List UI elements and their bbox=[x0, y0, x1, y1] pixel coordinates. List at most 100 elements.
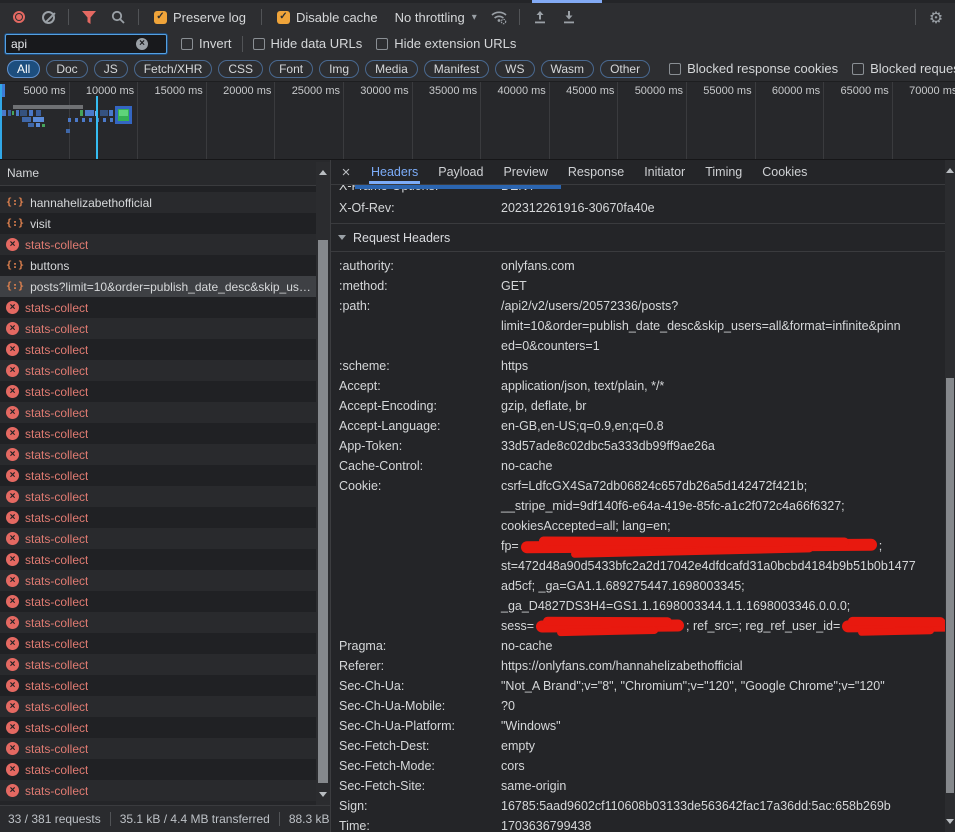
settings-gear-icon[interactable]: ⚙ bbox=[923, 5, 949, 29]
tab-timing[interactable]: Timing bbox=[695, 160, 752, 184]
tab-response[interactable]: Response bbox=[558, 160, 634, 184]
record-button[interactable] bbox=[6, 5, 32, 29]
scrollbar-thumb[interactable] bbox=[946, 378, 954, 793]
header-name: Cache-Control: bbox=[331, 456, 501, 476]
invert-checkbox[interactable]: Invert bbox=[181, 36, 232, 51]
timeline-overview[interactable]: 5000 ms10000 ms15000 ms20000 ms25000 ms3… bbox=[0, 82, 955, 160]
filter-pill-js[interactable]: JS bbox=[94, 60, 128, 78]
request-row[interactable]: ×stats-collect bbox=[0, 360, 316, 381]
scroll-up-arrow[interactable] bbox=[946, 168, 954, 173]
request-row[interactable]: ×stats-collect bbox=[0, 696, 316, 717]
request-row[interactable]: ×stats-collect bbox=[0, 444, 316, 465]
request-row[interactable]: ×stats-collect bbox=[0, 654, 316, 675]
checkbox-checked-icon: ✓ bbox=[277, 11, 290, 24]
preserve-log-label: Preserve log bbox=[173, 10, 246, 25]
clear-filter-icon[interactable]: × bbox=[136, 38, 148, 50]
header-value-line: fp=; bbox=[501, 536, 945, 556]
filter-pill-manifest[interactable]: Manifest bbox=[424, 60, 489, 78]
scroll-down-arrow[interactable] bbox=[946, 819, 954, 824]
request-row[interactable]: ×stats-collect bbox=[0, 738, 316, 759]
failed-request-icon: × bbox=[6, 532, 19, 545]
request-headers-section[interactable]: Request Headers bbox=[331, 224, 945, 252]
header-name: :scheme: bbox=[331, 356, 501, 376]
export-har-icon[interactable] bbox=[556, 5, 582, 29]
request-row[interactable]: ×stats-collect bbox=[0, 339, 316, 360]
request-row[interactable]: ×stats-collect bbox=[0, 591, 316, 612]
scroll-down-arrow[interactable] bbox=[319, 792, 327, 797]
header-value-text: ; ref_src=; reg_ref_user_id= bbox=[686, 619, 840, 633]
filter-toggle-icon[interactable] bbox=[76, 5, 102, 29]
request-row[interactable]: ×stats-collect bbox=[0, 759, 316, 780]
filter-pill-doc[interactable]: Doc bbox=[46, 60, 87, 78]
import-har-icon[interactable] bbox=[527, 5, 553, 29]
request-row[interactable]: ×stats-collect bbox=[0, 402, 316, 423]
filter-pill-media[interactable]: Media bbox=[365, 60, 418, 78]
request-header-row: Sec-Fetch-Mode:cors bbox=[331, 756, 945, 776]
hide-data-urls-checkbox[interactable]: Hide data URLs bbox=[253, 36, 363, 51]
request-row[interactable]: ×stats-collect bbox=[0, 675, 316, 696]
filter-pill-other[interactable]: Other bbox=[600, 60, 650, 78]
request-row[interactable]: ×stats-collect bbox=[0, 465, 316, 486]
request-header-row: Sec-Ch-Ua-Platform:"Windows" bbox=[331, 716, 945, 736]
name-column-header[interactable]: Name bbox=[0, 160, 330, 186]
request-row[interactable]: ×stats-collect bbox=[0, 423, 316, 444]
details-scrollbar[interactable] bbox=[945, 160, 955, 832]
request-row[interactable]: ×stats-collect bbox=[0, 486, 316, 507]
header-name: Pragma: bbox=[331, 636, 501, 656]
throttling-select[interactable]: No throttling ▾ bbox=[395, 10, 477, 25]
request-row[interactable]: {:}visit bbox=[0, 213, 316, 234]
scroll-up-arrow[interactable] bbox=[319, 170, 327, 175]
type-filter-bar: All Doc JS Fetch/XHR CSS Font Img Media Manifest… bbox=[0, 56, 955, 82]
preserve-log-checkbox[interactable]: ✓ Preserve log bbox=[154, 10, 246, 25]
filter-pill-css[interactable]: CSS bbox=[218, 60, 263, 78]
search-icon[interactable] bbox=[105, 5, 131, 29]
request-row[interactable]: {:}posts?limit=10&order=publish_date_des… bbox=[0, 276, 316, 297]
tab-preview[interactable]: Preview bbox=[493, 160, 557, 184]
filter-pill-all[interactable]: All bbox=[7, 60, 40, 78]
filter-pill-ws[interactable]: WS bbox=[495, 60, 534, 78]
request-name: stats-collect bbox=[25, 763, 88, 777]
request-row[interactable]: {:}buttons bbox=[0, 255, 316, 276]
timeline-tick-label: 60000 ms bbox=[750, 85, 820, 97]
scrollbar-thumb[interactable] bbox=[318, 240, 328, 783]
failed-request-icon: × bbox=[6, 511, 19, 524]
close-icon[interactable]: × bbox=[331, 160, 361, 184]
request-row[interactable]: ×stats-collect bbox=[0, 570, 316, 591]
request-name: stats-collect bbox=[25, 406, 88, 420]
list-scrollbar[interactable] bbox=[316, 162, 330, 805]
request-row[interactable]: ×stats-collect bbox=[0, 549, 316, 570]
header-value-text: ed=0&counters=1 bbox=[501, 339, 600, 353]
request-row[interactable]: ×stats-collect bbox=[0, 318, 316, 339]
header-value-line: 33d57ade8c02dbc5a333db99ff9ae26a bbox=[501, 436, 945, 456]
blocked-requests-checkbox[interactable]: Blocked requests bbox=[852, 61, 955, 76]
filter-pill-font[interactable]: Font bbox=[269, 60, 313, 78]
tab-payload[interactable]: Payload bbox=[428, 160, 493, 184]
network-conditions-icon[interactable] bbox=[486, 5, 512, 29]
waterfall-bar bbox=[42, 124, 45, 127]
disable-cache-checkbox[interactable]: ✓ Disable cache bbox=[277, 10, 378, 25]
request-row[interactable]: ×stats-collect bbox=[0, 780, 316, 801]
filter-input[interactable] bbox=[6, 37, 136, 51]
request-row[interactable]: ×stats-collect bbox=[0, 633, 316, 654]
clear-button[interactable] bbox=[35, 5, 61, 29]
redaction-scribble bbox=[521, 539, 877, 553]
hide-extension-urls-checkbox[interactable]: Hide extension URLs bbox=[376, 36, 516, 51]
waterfall-bar bbox=[8, 110, 11, 116]
request-row[interactable]: ×stats-collect bbox=[0, 507, 316, 528]
blocked-response-cookies-checkbox[interactable]: Blocked response cookies bbox=[669, 61, 838, 76]
status-divider bbox=[279, 812, 280, 826]
tab-initiator[interactable]: Initiator bbox=[634, 160, 695, 184]
request-row[interactable]: ×stats-collect bbox=[0, 234, 316, 255]
tab-cookies[interactable]: Cookies bbox=[752, 160, 817, 184]
filter-pill-img[interactable]: Img bbox=[319, 60, 359, 78]
filter-pill-wasm[interactable]: Wasm bbox=[541, 60, 595, 78]
tab-headers[interactable]: Headers bbox=[361, 160, 428, 184]
request-row[interactable]: ×stats-collect bbox=[0, 528, 316, 549]
panel-top-strip bbox=[0, 0, 955, 3]
request-row[interactable]: {:}hannahelizabethofficial bbox=[0, 192, 316, 213]
request-row[interactable]: ×stats-collect bbox=[0, 297, 316, 318]
filter-pill-fetch-xhr[interactable]: Fetch/XHR bbox=[134, 60, 213, 78]
request-row[interactable]: ×stats-collect bbox=[0, 612, 316, 633]
request-row[interactable]: ×stats-collect bbox=[0, 381, 316, 402]
request-row[interactable]: ×stats-collect bbox=[0, 717, 316, 738]
